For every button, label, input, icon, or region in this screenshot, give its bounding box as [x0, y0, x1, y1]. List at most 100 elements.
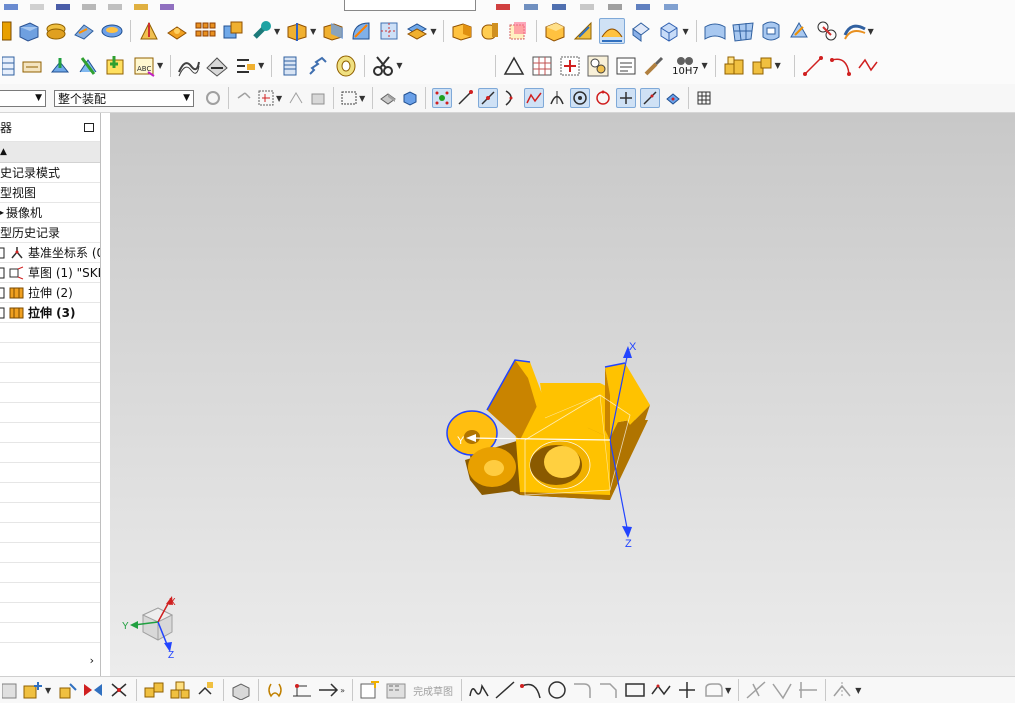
studio-surface-icon[interactable] — [703, 19, 727, 43]
tolerance-10h7-icon[interactable]: 10H7 — [670, 55, 700, 77]
shaded-view-icon[interactable] — [401, 89, 419, 107]
dropdown-arrow[interactable]: ▼ — [725, 686, 731, 695]
select-region-icon[interactable] — [257, 89, 275, 107]
checkbox-icon[interactable] — [0, 287, 6, 299]
tree-item-extrude-2[interactable]: 拉伸 (2) — [0, 283, 100, 303]
snap-point-icon[interactable] — [235, 89, 253, 107]
quick-trim-icon[interactable] — [745, 680, 767, 700]
add-component-icon[interactable] — [22, 680, 44, 700]
mirror-assembly-icon[interactable] — [82, 680, 104, 700]
toolbar-icon-f[interactable] — [134, 3, 148, 10]
four-point-surface-icon[interactable] — [731, 19, 755, 43]
toolbar-icon-m[interactable] — [636, 3, 650, 10]
draft-icon[interactable] — [137, 19, 161, 43]
table-icon[interactable] — [2, 54, 16, 78]
part-model[interactable] — [446, 359, 650, 500]
sketch-line-icon[interactable] — [494, 680, 516, 700]
offset-face-icon[interactable] — [405, 19, 429, 43]
component-icon[interactable] — [750, 54, 774, 78]
sew-icon[interactable] — [377, 19, 401, 43]
arc-icon[interactable] — [829, 54, 853, 78]
datum-point-icon[interactable] — [558, 54, 582, 78]
type-filter-select[interactable]: ▼ — [0, 89, 46, 107]
clamp-icon[interactable] — [317, 680, 339, 700]
checkbox-icon[interactable] — [0, 247, 6, 259]
dropdown-arrow[interactable]: ▼ — [157, 61, 163, 70]
sketch-arc-icon[interactable] — [520, 680, 542, 700]
snap-arc-center-icon[interactable] — [570, 88, 591, 108]
through-curves-icon[interactable] — [599, 18, 626, 44]
project-curve-icon[interactable] — [205, 54, 229, 78]
assembly-icon[interactable] — [722, 54, 746, 78]
line-icon[interactable] — [801, 54, 825, 78]
snap-quadrant-icon[interactable] — [594, 89, 612, 107]
snap-curve-icon[interactable] — [502, 89, 520, 107]
toolbar-icon-c[interactable] — [56, 3, 70, 10]
trim-body-icon[interactable] — [285, 19, 309, 43]
feature-select-icon[interactable] — [287, 89, 305, 107]
dropdown-arrow[interactable]: ▼ — [682, 27, 688, 36]
sketch-constraint-icon[interactable] — [265, 680, 287, 700]
dropdown-arrow[interactable]: ▼ — [276, 94, 282, 103]
profile-icon[interactable] — [468, 680, 490, 700]
sketch-chamfer-icon[interactable] — [598, 680, 620, 700]
measure-icon[interactable] — [291, 680, 313, 700]
styled-sweep-icon[interactable] — [843, 19, 867, 43]
delete-face-icon[interactable] — [104, 54, 128, 78]
emboss-icon[interactable] — [72, 19, 96, 43]
bounded-plane-icon[interactable] — [571, 19, 595, 43]
toolbar-icon-e[interactable] — [108, 3, 122, 10]
toolbar-icon-n[interactable] — [664, 3, 678, 10]
transition-icon[interactable] — [759, 19, 783, 43]
pattern-face-icon[interactable] — [165, 19, 189, 43]
exploded-view-icon[interactable] — [230, 680, 252, 700]
replace-face-icon[interactable] — [76, 54, 100, 78]
point-constructor-icon[interactable] — [249, 19, 273, 43]
toolbar-top-select[interactable] — [344, 0, 476, 11]
dropdown-arrow[interactable]: ▼ — [45, 686, 51, 695]
snap-end-point-icon[interactable] — [456, 89, 474, 107]
maximize-icon[interactable] — [84, 122, 94, 132]
box-solid-icon[interactable] — [543, 19, 567, 43]
constraint-icon[interactable] — [108, 680, 130, 700]
tree-item-history-mode[interactable]: 史记录模式 — [0, 163, 100, 183]
navigator-column-header[interactable]: ▲ — [0, 142, 100, 163]
toolbar-icon-j[interactable] — [552, 3, 566, 10]
graphics-window[interactable]: X Z Y X Y Z — [110, 113, 1015, 676]
block-feature-icon[interactable] — [16, 19, 40, 43]
tree-item-sketch[interactable]: 草图 (1) "SKE — [0, 263, 100, 283]
toolbar-icon-a[interactable] — [4, 3, 18, 10]
dropdown-arrow[interactable]: ▼ — [855, 686, 861, 695]
more-tools-icon[interactable]: » — [340, 686, 345, 695]
sketch-point-icon[interactable] — [676, 680, 698, 700]
shell-feature-icon[interactable] — [100, 19, 124, 43]
snap-existing-point-icon[interactable] — [616, 88, 637, 108]
pattern-feature-icon[interactable] — [193, 19, 217, 43]
selection-scope-select[interactable]: 整个装配 ▼ — [54, 89, 194, 107]
snap-point-on-surface-icon[interactable] — [664, 89, 682, 107]
sketch-icon[interactable] — [359, 680, 381, 700]
edit-parameters-icon[interactable] — [20, 54, 44, 78]
toolbar-icon-d[interactable] — [82, 3, 96, 10]
toolbar-icon-k[interactable] — [580, 3, 594, 10]
toolbar-icon-i[interactable] — [524, 3, 538, 10]
spring-icon[interactable] — [306, 54, 330, 78]
dropdown-arrow[interactable]: ▼ — [274, 27, 280, 36]
snap-mid-point-icon[interactable] — [478, 88, 499, 108]
move-component-icon[interactable] — [56, 680, 78, 700]
dropdown-arrow[interactable]: ▼ — [868, 27, 874, 36]
washer-icon[interactable] — [334, 54, 358, 78]
dropdown-arrow[interactable]: ▼ — [701, 61, 707, 70]
dropdown-arrow[interactable]: ▼ — [258, 61, 264, 70]
sketch-polygon-icon[interactable] — [650, 680, 672, 700]
move-face-icon[interactable] — [48, 54, 72, 78]
dropdown-arrow[interactable]: ▼ — [359, 94, 365, 103]
tree-item-model-views[interactable]: 型视图 — [0, 183, 100, 203]
finish-sketch-icon[interactable] — [385, 680, 407, 700]
view-orient-icon[interactable] — [2, 680, 18, 700]
grid-table-icon[interactable] — [530, 54, 554, 78]
tree-item-cameras[interactable]: ▸ 摄像机 — [0, 203, 100, 223]
thicken-icon[interactable] — [478, 19, 502, 43]
body-select-icon[interactable] — [309, 89, 327, 107]
view-triad[interactable] — [130, 596, 174, 652]
